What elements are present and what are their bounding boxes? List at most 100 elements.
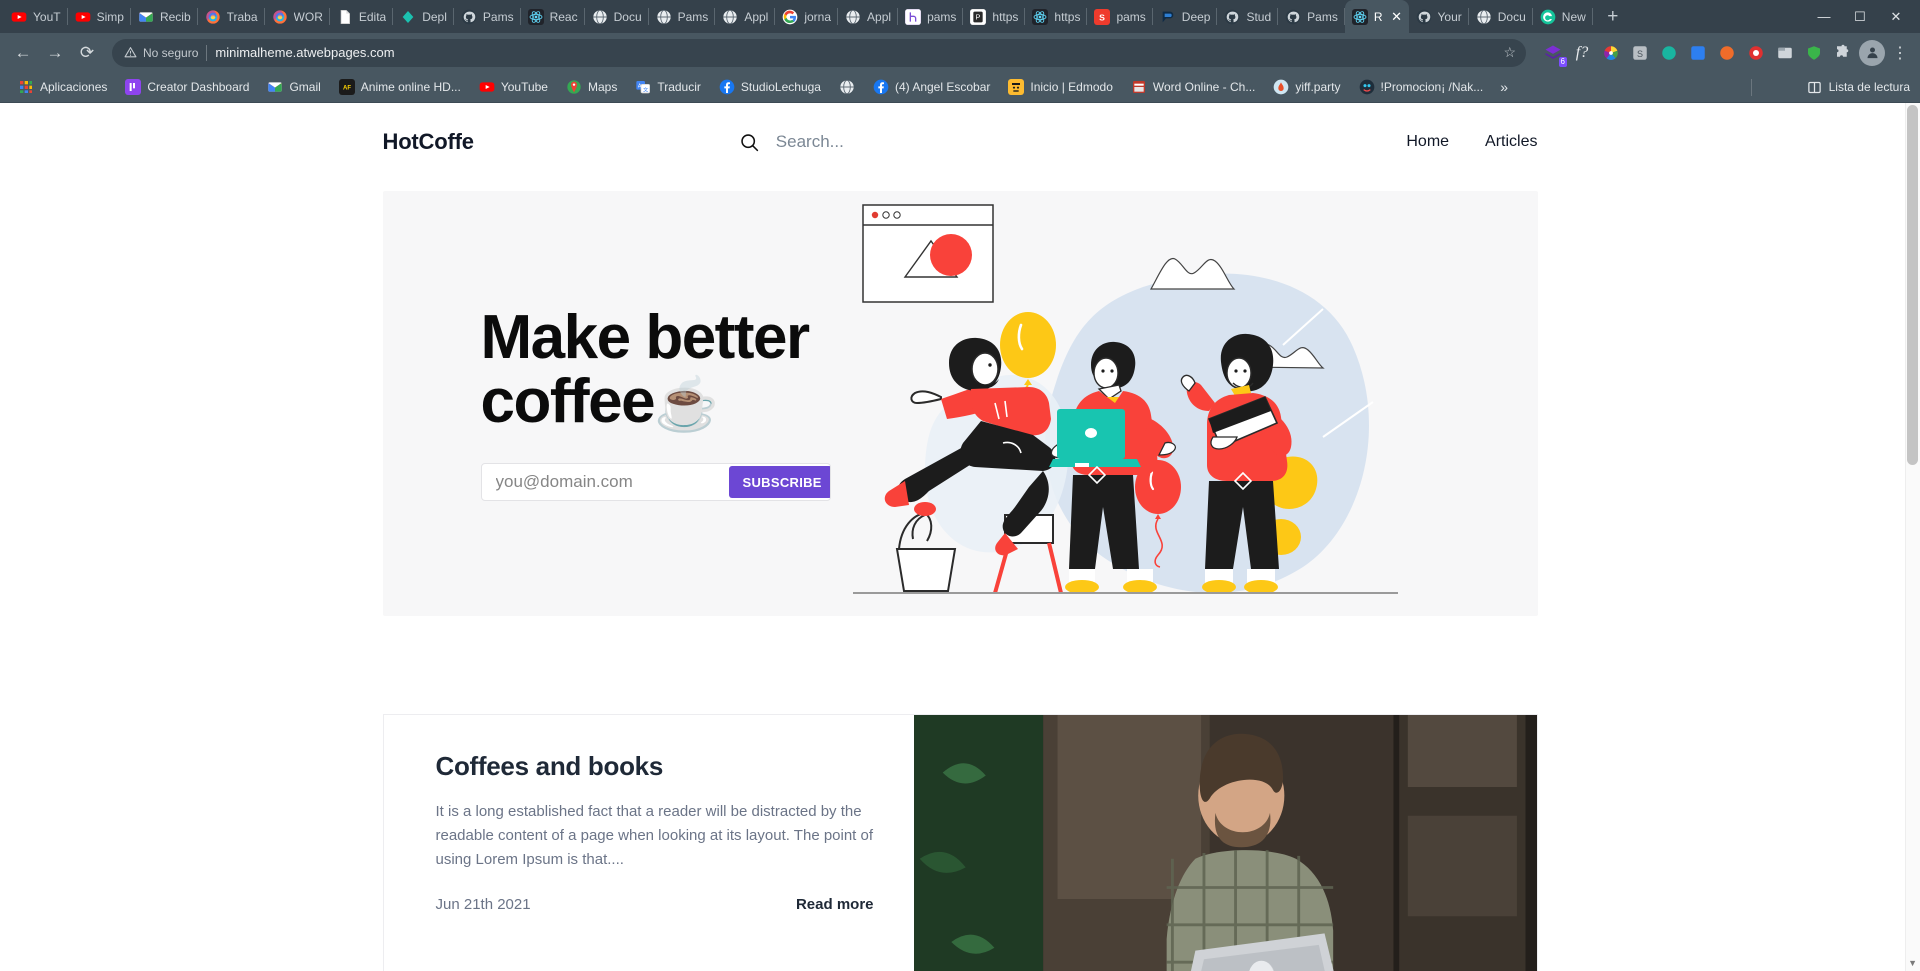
back-button[interactable]: ← bbox=[8, 38, 38, 68]
tab-close-icon[interactable]: ✕ bbox=[1389, 9, 1405, 25]
bookmark-item[interactable]: yiff.party bbox=[1264, 75, 1349, 99]
reading-list-button[interactable]: Lista de lectura bbox=[1807, 80, 1910, 95]
maximize-button[interactable]: ☐ bbox=[1842, 0, 1878, 33]
article-card[interactable]: Coffees and books It is a long establish… bbox=[382, 714, 1538, 971]
scrollbar-thumb[interactable] bbox=[1907, 105, 1918, 465]
extension-fontface-icon[interactable]: f? bbox=[1569, 40, 1595, 66]
site-logo[interactable]: HotCoffe bbox=[383, 129, 474, 155]
security-status[interactable]: No seguro bbox=[124, 46, 198, 60]
firefox-icon bbox=[205, 9, 221, 25]
browser-tab[interactable]: New bbox=[1533, 0, 1593, 33]
browser-tab[interactable]: jorna bbox=[775, 0, 838, 33]
bookmark-item[interactable]: Word Online - Ch... bbox=[1122, 75, 1264, 99]
article-list: Coffees and books It is a long establish… bbox=[382, 714, 1538, 971]
bookmark-item[interactable]: YouTube bbox=[470, 75, 557, 99]
tab-title: Reac bbox=[549, 9, 578, 24]
extension-icons: 6 f? S ⋮ bbox=[1536, 39, 1912, 67]
browser-tab[interactable]: Pams bbox=[1278, 0, 1345, 33]
extension-tab-icon[interactable] bbox=[1772, 40, 1798, 66]
window-controls: — ☐ ✕ bbox=[1806, 0, 1920, 33]
bookmark-item[interactable]: AF Anime online HD... bbox=[330, 75, 470, 99]
browser-tab[interactable]: Appl bbox=[715, 0, 776, 33]
extension-teal-icon[interactable] bbox=[1656, 40, 1682, 66]
hero-title-line2: coffee bbox=[480, 366, 656, 436]
extension-grey-icon[interactable]: S bbox=[1627, 40, 1653, 66]
browser-tab[interactable]: Pams bbox=[454, 0, 521, 33]
browser-tab[interactable]: Edita bbox=[330, 0, 394, 33]
forward-button[interactable]: → bbox=[40, 38, 70, 68]
extension-colorpicker-icon[interactable] bbox=[1598, 40, 1624, 66]
browser-tab[interactable]: Recib bbox=[131, 0, 198, 33]
browser-tab[interactable]: Your bbox=[1409, 0, 1470, 33]
browser-tab[interactable]: Depl bbox=[393, 0, 454, 33]
reading-list-label: Lista de lectura bbox=[1828, 80, 1910, 94]
github-icon bbox=[461, 9, 477, 25]
browser-tab[interactable]: Pams bbox=[649, 0, 716, 33]
bookmark-item[interactable]: Maps bbox=[557, 75, 626, 99]
browser-tab[interactable]: Stud bbox=[1217, 0, 1278, 33]
bookmark-item[interactable]: Gmail bbox=[258, 75, 329, 99]
reload-button[interactable]: ⟳ bbox=[72, 38, 102, 68]
site-nav: Home Articles bbox=[1406, 133, 1537, 151]
bookmark-item[interactable]: !Promocion¡ /Nak... bbox=[1350, 75, 1493, 99]
bookmark-item[interactable]: Creator Dashboard bbox=[116, 75, 258, 99]
search-icon[interactable] bbox=[739, 132, 760, 153]
page-scrollbar[interactable]: ▲ ▼ bbox=[1905, 103, 1920, 971]
browser-tab[interactable]: Appl bbox=[838, 0, 899, 33]
browser-tab[interactable]: Traba bbox=[198, 0, 265, 33]
email-input[interactable] bbox=[483, 472, 729, 493]
browser-tab[interactable]: Simp bbox=[68, 0, 132, 33]
extension-green-shield-icon[interactable] bbox=[1801, 40, 1827, 66]
browser-tab-active[interactable]: R ✕ bbox=[1344, 0, 1409, 33]
globe-icon bbox=[845, 9, 861, 25]
nav-link-home[interactable]: Home bbox=[1406, 133, 1449, 151]
close-window-button[interactable]: ✕ bbox=[1878, 0, 1914, 33]
globe-icon bbox=[592, 9, 608, 25]
subscribe-button[interactable]: SUBSCRIBE bbox=[728, 466, 830, 499]
tab-title: Appl bbox=[744, 9, 769, 24]
bookmark-item[interactable] bbox=[830, 75, 864, 99]
minimize-button[interactable]: — bbox=[1806, 0, 1842, 33]
browser-tab[interactable]: Deep bbox=[1153, 0, 1218, 33]
bookmark-label: !Promocion¡ /Nak... bbox=[1380, 80, 1484, 94]
browser-tab[interactable]: Docu bbox=[585, 0, 649, 33]
extension-purple-stack-icon[interactable]: 6 bbox=[1540, 40, 1567, 67]
bookmark-star-icon[interactable]: ☆ bbox=[1503, 44, 1516, 61]
tab-title: https bbox=[992, 9, 1019, 24]
browser-tab[interactable]: pams bbox=[898, 0, 964, 33]
bookmark-label: Word Online - Ch... bbox=[1152, 80, 1256, 94]
browser-tab[interactable]: Reac bbox=[521, 0, 585, 33]
read-more-link[interactable]: Read more bbox=[796, 896, 874, 913]
browser-tab[interactable]: WOR bbox=[265, 0, 331, 33]
new-tab-button[interactable]: + bbox=[1599, 3, 1627, 31]
search-input[interactable] bbox=[773, 131, 1194, 153]
article-excerpt: It is a long established fact that a rea… bbox=[435, 803, 874, 868]
browser-tab[interactable]: Phttps bbox=[963, 0, 1026, 33]
address-bar[interactable]: No seguro minimalheme.atwebpages.com ☆ bbox=[112, 38, 1526, 67]
browser-tab[interactable]: YouT bbox=[4, 0, 68, 33]
browser-tab[interactable]: Spams bbox=[1087, 0, 1154, 33]
browser-tab[interactable]: Docu bbox=[1469, 0, 1533, 33]
tab-title: https bbox=[1054, 9, 1081, 24]
browser-menu-button[interactable]: ⋮ bbox=[1888, 43, 1912, 63]
nav-link-articles[interactable]: Articles bbox=[1485, 133, 1537, 151]
tab-title: Recib bbox=[159, 9, 191, 24]
extension-blue-icon[interactable] bbox=[1685, 40, 1711, 66]
bookmark-item[interactable]: StudioLechuga bbox=[710, 75, 830, 99]
bookmark-item[interactable]: Inicio | Edmodo bbox=[999, 75, 1122, 99]
tab-title: Your bbox=[1437, 9, 1462, 24]
browser-tab[interactable]: https bbox=[1025, 0, 1088, 33]
extension-red-record-icon[interactable] bbox=[1743, 40, 1769, 66]
profile-avatar[interactable] bbox=[1859, 39, 1885, 66]
bookmark-item[interactable]: (4) Angel Escobar bbox=[864, 75, 999, 99]
scroll-down-arrow[interactable]: ▼ bbox=[1908, 958, 1917, 968]
extension-puzzle-icon[interactable] bbox=[1830, 40, 1856, 66]
bookmarks-overflow-button[interactable]: » bbox=[1492, 79, 1516, 95]
react-icon bbox=[527, 8, 544, 25]
grammarly-icon bbox=[1540, 9, 1556, 25]
search-bar[interactable] bbox=[739, 131, 1407, 153]
bookmark-item[interactable]: Aplicaciones bbox=[9, 75, 116, 99]
article-title[interactable]: Coffees and books bbox=[436, 751, 874, 782]
extension-orange-icon[interactable] bbox=[1714, 40, 1740, 66]
bookmark-item[interactable]: A 文 Traducir bbox=[626, 75, 710, 99]
